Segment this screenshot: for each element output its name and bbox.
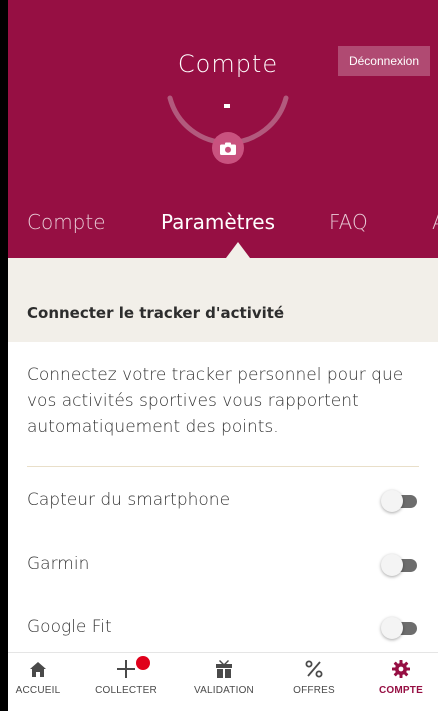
nav-offres[interactable]: OFFRES	[284, 653, 344, 711]
notification-badge	[136, 656, 150, 670]
plus-icon	[117, 653, 135, 685]
tracker-row-garmin[interactable]: Garmin	[8, 554, 438, 614]
nav-compte[interactable]: COMPTE	[368, 653, 434, 711]
logout-button[interactable]: Déconnexion	[338, 46, 430, 76]
section-title: Connecter le tracker d'activité	[27, 304, 285, 322]
divider	[27, 466, 419, 467]
nav-validation[interactable]: VALIDATION	[188, 653, 260, 711]
gift-icon	[216, 653, 232, 685]
nav-label: COMPTE	[379, 685, 423, 696]
toggle-knob	[381, 617, 403, 639]
account-tabs: Compte Paramètres FAQ A	[8, 210, 438, 250]
tracker-row-smartphone[interactable]: Capteur du smartphone	[8, 490, 438, 550]
home-icon	[30, 653, 46, 685]
nav-label: OFFRES	[293, 685, 335, 696]
percent-icon	[305, 653, 323, 685]
smartphone-toggle[interactable]	[381, 490, 417, 512]
tab-compte[interactable]: Compte	[27, 210, 106, 234]
avatar	[224, 104, 230, 108]
section-description: Connectez votre tracker personnel pour q…	[27, 365, 404, 437]
section-header-band	[8, 258, 438, 342]
bottom-navigation: ACCUEIL COLLECTER VALIDATION OFFRES COMP…	[8, 652, 438, 711]
google-fit-toggle[interactable]	[381, 617, 417, 639]
nav-accueil[interactable]: ACCUEIL	[8, 653, 68, 711]
account-header: Compte Déconnexion Compte Paramètres FAQ…	[8, 0, 438, 258]
nav-collecter[interactable]: COLLECTER	[88, 653, 164, 711]
camera-icon	[220, 142, 236, 155]
nav-label: ACCUEIL	[15, 685, 61, 696]
nav-label: VALIDATION	[194, 685, 254, 696]
toggle-knob	[381, 554, 403, 576]
tracker-label: Capteur du smartphone	[27, 490, 231, 510]
nav-label: COLLECTER	[95, 685, 157, 696]
tracker-label: Garmin	[27, 554, 90, 574]
garmin-toggle[interactable]	[381, 554, 417, 576]
toggle-knob	[381, 490, 403, 512]
change-photo-button[interactable]	[212, 132, 244, 164]
active-tab-indicator	[226, 242, 250, 258]
app-screen: Compte Déconnexion Compte Paramètres FAQ…	[8, 0, 438, 711]
gear-icon	[392, 653, 410, 685]
tab-next-partial[interactable]: A	[432, 210, 438, 234]
tracker-label: Google Fit	[27, 617, 112, 637]
tab-parametres[interactable]: Paramètres	[161, 210, 275, 234]
tab-faq[interactable]: FAQ	[329, 210, 368, 234]
